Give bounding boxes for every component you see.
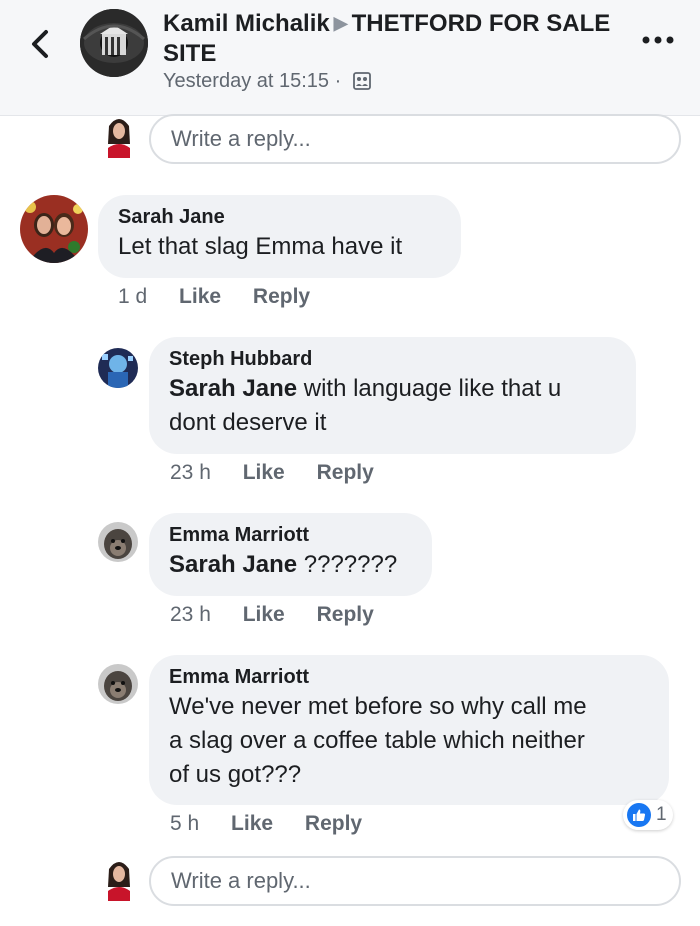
comment-author[interactable]: Sarah Jane <box>118 204 441 230</box>
comment-time[interactable]: 1 d <box>118 284 147 310</box>
avatar[interactable] <box>98 664 138 704</box>
back-button[interactable] <box>24 24 60 64</box>
post-author-name[interactable]: Kamil Michalik <box>163 10 330 37</box>
comment-author[interactable]: Steph Hubbard <box>169 346 616 372</box>
comment-text-line: ??????? <box>297 551 398 578</box>
post-meta: Yesterday at 15:15 · <box>163 68 371 97</box>
like-button[interactable]: Like <box>243 460 285 486</box>
comment-time[interactable]: 5 h <box>170 811 199 837</box>
comment-text: Sarah Jane ??????? <box>169 548 412 582</box>
like-button[interactable]: Like <box>231 811 273 837</box>
right-triangle-icon: ▶ <box>333 13 348 33</box>
comment-actions: 1 d Like Reply <box>118 284 310 310</box>
comment-author[interactable]: Emma Marriott <box>169 522 412 548</box>
comment-time[interactable]: 23 h <box>170 602 211 628</box>
mention-link[interactable]: Sarah Jane <box>169 551 297 578</box>
reaction-count: 1 <box>656 804 667 825</box>
current-user-avatar <box>104 116 134 158</box>
comment-text-line: We've never met before so why call me <box>169 693 587 720</box>
current-user-avatar <box>104 859 134 901</box>
comment-text-line: dont deserve it <box>169 409 327 436</box>
reply-button[interactable]: Reply <box>253 284 310 310</box>
meta-separator: · <box>334 70 342 92</box>
avatar[interactable] <box>98 522 138 562</box>
ellipsis-icon <box>642 36 674 44</box>
comment-text: Sarah Jane with language like that u <box>169 372 616 406</box>
more-options-button[interactable] <box>640 30 676 50</box>
avatar[interactable] <box>20 195 88 263</box>
reply-button[interactable]: Reply <box>317 602 374 628</box>
post-title: Kamil Michalik ▶ THETFORD FOR SALE SITE <box>163 8 613 69</box>
chevron-left-icon <box>32 30 48 58</box>
post-header: Kamil Michalik ▶ THETFORD FOR SALE SITE Ye… <box>0 0 700 116</box>
comment-text-line: a slag over a coffee table which neither <box>169 727 585 754</box>
post-timestamp[interactable]: Yesterday at 15:15 <box>163 70 329 92</box>
comment-text-line: of us got??? <box>169 761 302 788</box>
reaction-badge[interactable]: 1 <box>623 800 673 830</box>
comment-actions: 23 h Like Reply <box>170 602 374 628</box>
comment-text-line: with language like that u <box>297 375 562 402</box>
comment-bubble: Emma Marriott Sarah Jane ??????? <box>149 513 432 596</box>
group-privacy-icon <box>352 71 371 97</box>
comment-time[interactable]: 23 h <box>170 460 211 486</box>
comment-bubble: Emma Marriott We've never met before so … <box>149 655 669 805</box>
reply-input-top[interactable] <box>149 114 681 164</box>
group-avatar[interactable] <box>80 9 148 77</box>
thumbs-up-icon <box>627 803 651 827</box>
comment-bubble: Sarah Jane Let that slag Emma have it <box>98 195 461 278</box>
comment-author[interactable]: Emma Marriott <box>169 664 649 690</box>
reply-button[interactable]: Reply <box>305 811 362 837</box>
comment-bubble: Steph Hubbard Sarah Jane with language l… <box>149 337 636 454</box>
comment-actions: 23 h Like Reply <box>170 460 374 486</box>
reply-input-bottom[interactable] <box>149 856 681 906</box>
mention-link[interactable]: Sarah Jane <box>169 375 297 402</box>
comment-text: Let that slag Emma have it <box>118 233 403 260</box>
comment-actions: 5 h Like Reply <box>170 811 362 837</box>
like-button[interactable]: Like <box>243 602 285 628</box>
like-button[interactable]: Like <box>179 284 221 310</box>
avatar[interactable] <box>98 348 138 388</box>
reply-button[interactable]: Reply <box>317 460 374 486</box>
